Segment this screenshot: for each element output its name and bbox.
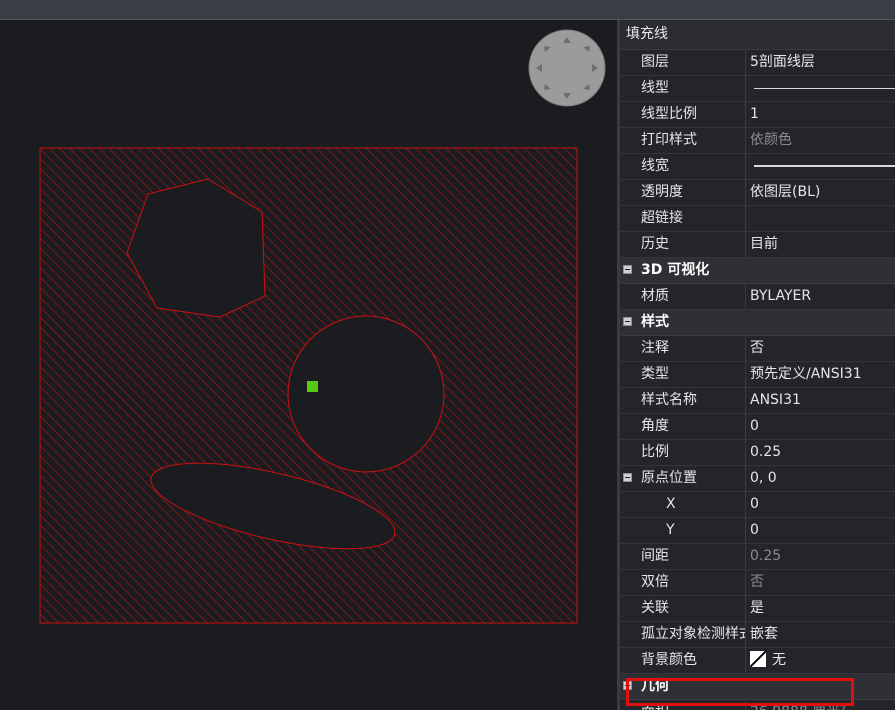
properties-panel: 填充线 图层 5剖面线层 线型 线型比例 1 打印样式 依颜色 线宽 透明度 依…: [617, 20, 895, 710]
prop-row-island-detection[interactable]: 孤立对象检测样式 嵌套: [620, 622, 895, 648]
prop-label: 背景颜色: [641, 652, 697, 668]
prop-row-linetype-scale[interactable]: 线型比例 1: [620, 102, 895, 128]
prop-label: 双倍: [641, 574, 669, 590]
prop-row-double[interactable]: 双倍 否: [620, 570, 895, 596]
prop-label: 间距: [641, 548, 669, 564]
area-highlight-box: [626, 678, 854, 706]
prop-label: 线宽: [641, 158, 669, 174]
prop-row-origin-y[interactable]: Y 0: [620, 518, 895, 544]
prop-value[interactable]: 是: [745, 596, 895, 621]
section-title: 样式: [641, 314, 669, 330]
prop-label: 历史: [641, 236, 669, 252]
section-3d-visualization[interactable]: 3D 可视化: [620, 258, 895, 284]
prop-label: 超链接: [641, 210, 683, 226]
prop-label: 打印样式: [641, 132, 697, 148]
prop-label: 透明度: [641, 184, 683, 200]
prop-value[interactable]: 依图层(BL): [745, 180, 895, 205]
prop-label: 角度: [641, 418, 669, 434]
prop-value[interactable]: ANSI31: [745, 388, 895, 413]
drawing-svg[interactable]: [0, 20, 617, 710]
prop-label: 材质: [641, 288, 669, 304]
prop-label: 关联: [641, 600, 669, 616]
prop-label: 样式名称: [641, 392, 697, 408]
collapse-minus-icon[interactable]: [623, 473, 632, 482]
prop-row-spacing[interactable]: 间距 0.25: [620, 544, 895, 570]
prop-value[interactable]: 1: [745, 102, 895, 127]
prop-value[interactable]: 0.25: [745, 440, 895, 465]
prop-row-hyperlink[interactable]: 超链接: [620, 206, 895, 232]
prop-row-origin-x[interactable]: X 0: [620, 492, 895, 518]
prop-value[interactable]: 0: [745, 492, 895, 517]
prop-row-type[interactable]: 类型 预先定义/ANSI31: [620, 362, 895, 388]
prop-row-plot-style[interactable]: 打印样式 依颜色: [620, 128, 895, 154]
prop-value[interactable]: 0: [745, 414, 895, 439]
prop-row-history[interactable]: 历史 目前: [620, 232, 895, 258]
prop-label: 原点位置: [641, 470, 697, 486]
prop-value: 否: [745, 570, 895, 595]
top-toolbar: [0, 0, 895, 20]
navigation-wheel-icon[interactable]: [528, 29, 606, 107]
prop-label: 类型: [641, 366, 669, 382]
prop-row-material[interactable]: 材质 BYLAYER: [620, 284, 895, 310]
prop-value[interactable]: 0: [745, 518, 895, 543]
prop-value-background[interactable]: 无: [745, 648, 895, 673]
prop-value: 依颜色: [745, 128, 895, 153]
prop-row-origin[interactable]: 原点位置 0, 0: [620, 466, 895, 492]
linetype-preview: [754, 88, 895, 89]
prop-value[interactable]: [745, 206, 895, 231]
collapse-minus-icon[interactable]: [623, 317, 632, 326]
prop-value[interactable]: 预先定义/ANSI31: [745, 362, 895, 387]
prop-value[interactable]: 否: [745, 336, 895, 361]
prop-row-linetype[interactable]: 线型: [620, 76, 895, 102]
prop-value[interactable]: 嵌套: [745, 622, 895, 647]
prop-row-associative[interactable]: 关联 是: [620, 596, 895, 622]
prop-row-scale[interactable]: 比例 0.25: [620, 440, 895, 466]
prop-value-lineweight[interactable]: [745, 154, 895, 179]
prop-row-transparency[interactable]: 透明度 依图层(BL): [620, 180, 895, 206]
prop-value-linetype[interactable]: [745, 76, 895, 101]
prop-value[interactable]: 5剖面线层: [745, 50, 895, 75]
prop-row-angle[interactable]: 角度 0: [620, 414, 895, 440]
prop-row-background-color[interactable]: 背景颜色 无: [620, 648, 895, 674]
prop-label: 线型比例: [641, 106, 697, 122]
prop-row-pattern-name[interactable]: 样式名称 ANSI31: [620, 388, 895, 414]
prop-row-layer[interactable]: 图层 5剖面线层: [620, 50, 895, 76]
collapse-minus-icon[interactable]: [623, 265, 632, 274]
prop-row-lineweight[interactable]: 线宽: [620, 154, 895, 180]
prop-value[interactable]: 0, 0: [745, 466, 895, 491]
prop-label: 孤立对象检测样式: [641, 626, 745, 642]
drawing-canvas[interactable]: [0, 20, 617, 710]
prop-value: 无: [772, 652, 786, 668]
prop-value[interactable]: 目前: [745, 232, 895, 257]
prop-value[interactable]: BYLAYER: [745, 284, 895, 309]
lineweight-preview: [754, 165, 895, 167]
prop-value: 0.25: [745, 544, 895, 569]
prop-label: 图层: [641, 54, 669, 70]
circle-island[interactable]: [287, 315, 445, 473]
section-title: 3D 可视化: [641, 262, 710, 278]
prop-row-annotative[interactable]: 注释 否: [620, 336, 895, 362]
none-color-swatch-icon: [750, 651, 766, 667]
prop-label: 比例: [641, 444, 669, 460]
prop-label: 线型: [641, 80, 669, 96]
prop-label: 注释: [641, 340, 669, 356]
hatch-grip-square[interactable]: [307, 381, 318, 392]
panel-title: 填充线: [620, 20, 895, 50]
section-style[interactable]: 样式: [620, 310, 895, 336]
